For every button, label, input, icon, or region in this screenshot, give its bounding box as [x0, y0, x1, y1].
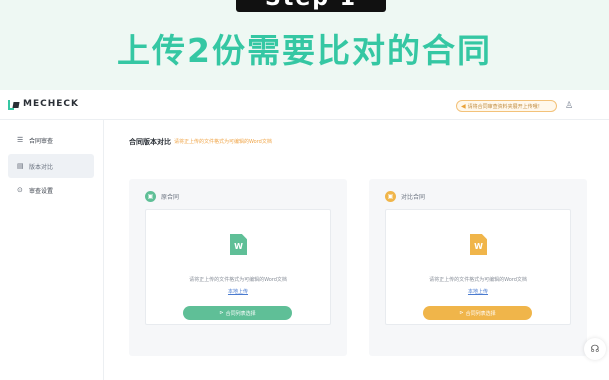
sidebar-item-review-settings[interactable]: ⊙ 审查设置: [8, 178, 94, 202]
card-header: ▣ 对比合同: [385, 191, 425, 202]
user-icon[interactable]: ♙: [565, 101, 573, 111]
doc-icon: ▣: [145, 191, 156, 202]
local-upload-link[interactable]: 本地上传: [386, 288, 570, 295]
card-title: 原合同: [161, 194, 180, 201]
list-icon: ⊳: [459, 310, 464, 316]
headset-icon[interactable]: ☊: [584, 338, 606, 360]
upload-drop-zone[interactable]: W 请将正上传的文件格式为可编辑的Word文档 本地上传 ⊳ 合同列表选择: [145, 209, 331, 325]
app-window: MECHECK ◀ 请将合同审查资料夹展开上传哦！ ♙ ☰ 合同审查 ▤ 版本对…: [0, 90, 609, 380]
step-tab: Step 1: [236, 0, 386, 12]
sidebar-item-label: 合同审查: [29, 137, 54, 145]
notice-banner[interactable]: ◀ 请将合同审查资料夹展开上传哦！: [456, 100, 557, 112]
upload-drop-zone[interactable]: W 请将正上传的文件格式为可编辑的Word文档 本地上传 ⊳ 合同列表选择: [385, 209, 571, 325]
list-icon: ⊳: [219, 310, 224, 316]
logo[interactable]: MECHECK: [8, 99, 79, 110]
compare-contract-card: ▣ 对比合同 W 请将正上传的文件格式为可编辑的Word文档 本地上传 ⊳ 合同…: [369, 179, 587, 356]
top-bar: MECHECK ◀ 请将合同审查资料夹展开上传哦！ ♙: [0, 90, 609, 120]
drop-hint: 请将正上传的文件格式为可编辑的Word文档: [189, 277, 287, 283]
word-file-icon: W: [470, 234, 487, 255]
logo-text: MECHECK: [23, 99, 79, 109]
doc-icon: ☰: [17, 136, 24, 144]
compare-icon: ▤: [17, 162, 24, 170]
gear-icon: ⊙: [17, 186, 23, 194]
section-title: 合同版本对比: [129, 138, 171, 146]
main-content: 合同版本对比 请将正上传的文件格式为可编辑的Word文档 ▣ 原合同 W 请将正…: [105, 120, 609, 380]
sidebar-item-label: 审查设置: [29, 187, 54, 195]
sidebar: ☰ 合同审查 ▤ 版本对比 ⊙ 审查设置: [0, 120, 104, 380]
step-label: Step 1: [236, 0, 386, 11]
doc-icon: ▣: [385, 191, 396, 202]
card-header: ▣ 原合同: [145, 191, 179, 202]
headline: 上传2份需要比对的合同: [117, 31, 492, 70]
local-upload-link[interactable]: 本地上传: [146, 288, 330, 295]
sidebar-item-contract-review[interactable]: ☰ 合同审查: [8, 128, 94, 152]
logo-icon: [8, 99, 20, 110]
drop-hint: 请将正上传的文件格式为可编辑的Word文档: [429, 277, 527, 283]
sidebar-item-version-compare[interactable]: ▤ 版本对比: [8, 154, 94, 178]
choose-from-list-button[interactable]: ⊳ 合同列表选择: [183, 306, 292, 320]
speaker-icon: ◀: [461, 102, 466, 110]
card-title: 对比合同: [401, 194, 426, 201]
choose-from-list-button[interactable]: ⊳ 合同列表选择: [423, 306, 532, 320]
section-hint: 请将正上传的文件格式为可编辑的Word文档: [174, 139, 272, 145]
notice-text: 请将合同审查资料夹展开上传哦！: [467, 103, 543, 110]
original-contract-card: ▣ 原合同 W 请将正上传的文件格式为可编辑的Word文档 本地上传 ⊳ 合同列…: [129, 179, 347, 356]
word-file-icon: W: [230, 234, 247, 255]
sidebar-item-label: 版本对比: [29, 163, 54, 171]
banner: Step 1 上传2份需要比对的合同: [0, 0, 609, 90]
